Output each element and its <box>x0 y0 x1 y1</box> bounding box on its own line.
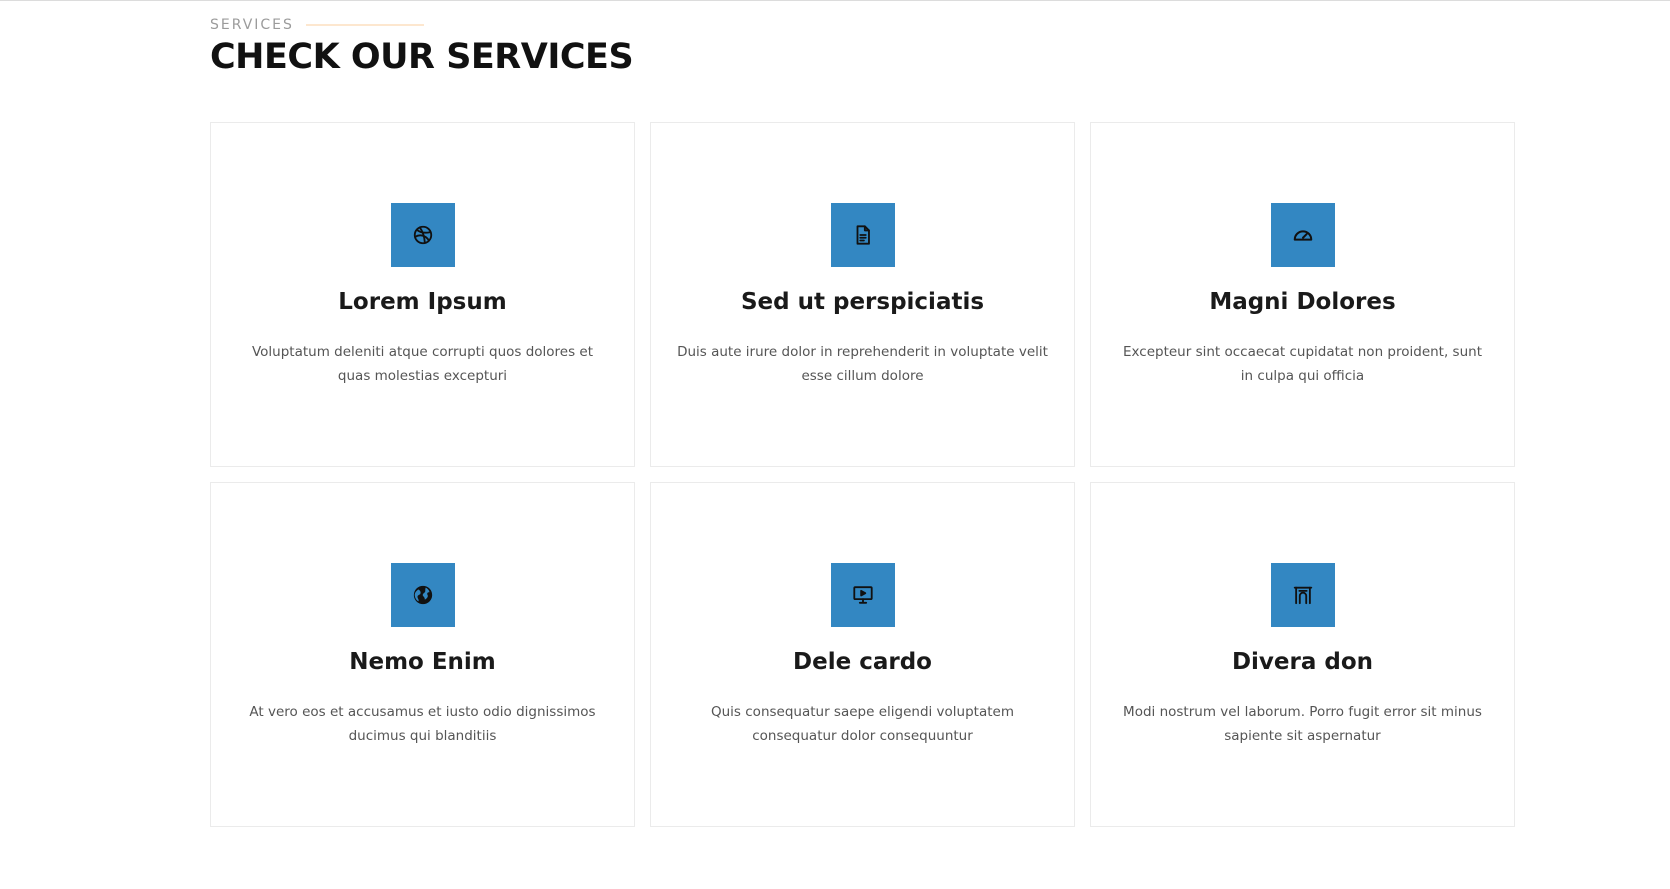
top-divider <box>0 0 1670 1</box>
service-card[interactable]: Sed ut perspiciatis Duis aute irure dolo… <box>650 122 1075 467</box>
service-icon-box <box>390 563 455 627</box>
service-description: Duis aute irure dolor in reprehenderit i… <box>677 344 1048 384</box>
eyebrow-divider <box>305 24 424 26</box>
eyebrow-label: SERVICES <box>210 17 294 33</box>
service-title: Magni Dolores <box>1209 289 1396 315</box>
service-icon-box <box>830 203 895 267</box>
section-eyebrow: SERVICES <box>210 16 424 34</box>
service-description: Quis consequatur saepe eligendi voluptat… <box>711 704 1014 744</box>
services-grid: Lorem Ipsum Voluptatum deleniti atque co… <box>210 122 1516 827</box>
section-title: CHECK OUR SERVICES <box>210 37 634 77</box>
building-icon <box>1292 584 1314 606</box>
service-title: Sed ut perspiciatis <box>740 289 985 315</box>
service-title: Lorem Ipsum <box>338 289 507 315</box>
service-card[interactable]: Lorem Ipsum Voluptatum deleniti atque co… <box>210 122 635 467</box>
service-card[interactable]: Divera don Modi nostrum vel laborum. Por… <box>1090 482 1515 827</box>
service-card[interactable]: Nemo Enim At vero eos et accusamus et iu… <box>210 482 635 827</box>
service-icon-box <box>390 203 455 267</box>
service-title: Dele cardo <box>793 649 932 675</box>
service-description: Voluptatum deleniti atque corrupti quos … <box>251 344 594 384</box>
presentation-icon <box>852 584 874 606</box>
service-icon-box <box>1270 203 1335 267</box>
service-icon-box <box>830 563 895 627</box>
service-description: Excepteur sint occaecat cupidatat non pr… <box>1123 344 1482 384</box>
service-description: Modi nostrum vel laborum. Porro fugit er… <box>1123 704 1482 744</box>
service-title: Divera don <box>1231 649 1374 675</box>
dribbble-icon <box>412 224 434 246</box>
file-text-icon <box>852 224 874 246</box>
service-card[interactable]: Magni Dolores Excepteur sint occaecat cu… <box>1090 122 1515 467</box>
speedometer-icon <box>1292 224 1314 246</box>
service-title: Nemo Enim <box>349 649 496 675</box>
service-card[interactable]: Dele cardo Quis consequatur saepe eligen… <box>650 482 1075 827</box>
service-description: At vero eos et accusamus et iusto odio d… <box>249 704 596 744</box>
service-icon-box <box>1270 563 1335 627</box>
globe-icon <box>412 584 434 606</box>
